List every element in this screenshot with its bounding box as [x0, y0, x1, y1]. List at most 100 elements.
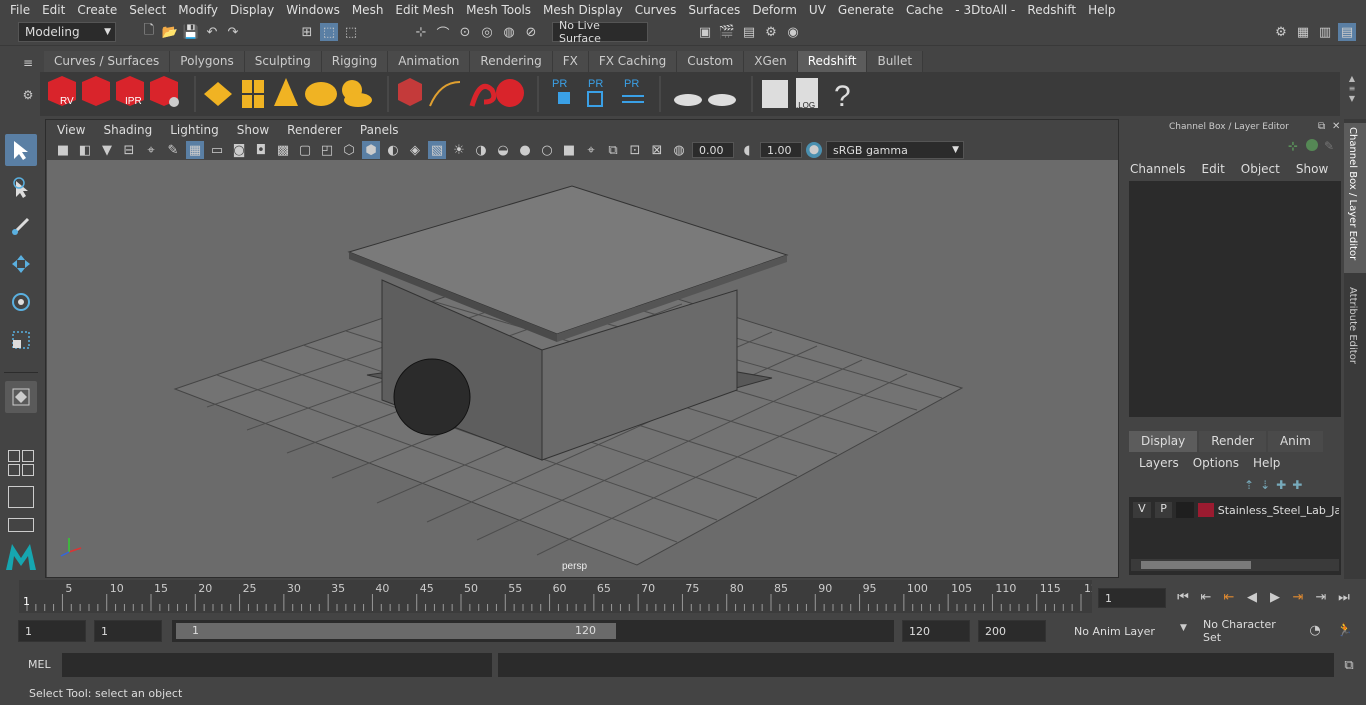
- step-back-key-icon[interactable]: ⇤: [1220, 588, 1238, 606]
- step-forward-key-icon[interactable]: ⇥: [1289, 588, 1307, 606]
- select-object-icon[interactable]: ⬚: [320, 23, 338, 41]
- range-slider[interactable]: 1 120: [172, 620, 894, 642]
- character-set-dropdown[interactable]: No Character Set: [1197, 618, 1299, 644]
- save-scene-icon[interactable]: 💾: [182, 23, 200, 41]
- layer-menu-options[interactable]: Options: [1193, 456, 1239, 470]
- sync-icon[interactable]: [1306, 139, 1318, 151]
- exposure-icon[interactable]: ◍: [670, 141, 688, 159]
- menu-display[interactable]: Display: [224, 3, 280, 17]
- go-to-end-icon[interactable]: ⏭: [1335, 588, 1353, 606]
- redshift-light-icon[interactable]: [274, 78, 298, 106]
- play-backwards-icon[interactable]: ◀: [1243, 588, 1261, 606]
- safe-title-icon[interactable]: ◰: [318, 141, 336, 159]
- smooth-shade-icon[interactable]: ⬢: [362, 141, 380, 159]
- menu-generate[interactable]: Generate: [832, 3, 900, 17]
- shelf-tab-animation[interactable]: Animation: [388, 51, 471, 72]
- color-space-dropdown[interactable]: sRGB gamma ▼: [826, 141, 964, 159]
- redshift-batch-render-icon[interactable]: [82, 76, 110, 106]
- step-back-frame-icon[interactable]: ⇤: [1197, 588, 1215, 606]
- workspace-dropdown[interactable]: Modeling ▼: [18, 22, 116, 42]
- panel-float-icon[interactable]: ⧉: [1318, 121, 1325, 132]
- lasso-tool-button[interactable]: [5, 172, 37, 204]
- menu-mesh[interactable]: Mesh: [346, 3, 390, 17]
- redshift-curve-icon[interactable]: [469, 84, 497, 107]
- move-tool-button[interactable]: [5, 248, 37, 280]
- snap-grid-icon[interactable]: ⊹: [412, 23, 430, 41]
- layer-display-type[interactable]: [1176, 502, 1195, 518]
- live-surface-field[interactable]: No Live Surface: [552, 19, 648, 45]
- playback-start-field[interactable]: 1: [94, 620, 162, 642]
- menu-modify[interactable]: Modify: [172, 3, 224, 17]
- resolution-gate-icon[interactable]: ◙: [230, 141, 248, 159]
- two-d-pan-icon[interactable]: ⌖: [142, 141, 160, 159]
- channel-list[interactable]: [1129, 181, 1341, 417]
- animation-start-field[interactable]: 1: [18, 620, 86, 642]
- redshift-ipr-icon[interactable]: IPR: [116, 76, 144, 107]
- field-chart-icon[interactable]: ▩: [274, 141, 292, 159]
- viewport-menu-lighting[interactable]: Lighting: [161, 123, 228, 137]
- bookmark-icon[interactable]: ▼: [98, 141, 116, 159]
- snap-magnet-icon[interactable]: ⊘: [522, 23, 540, 41]
- side-tab-channel-box[interactable]: Channel Box / Layer Editor: [1344, 123, 1366, 273]
- rotate-tool-button[interactable]: [5, 286, 37, 318]
- menu-edit-mesh[interactable]: Edit Mesh: [389, 3, 460, 17]
- new-scene-icon[interactable]: 🗋: [140, 23, 158, 41]
- menu-uv[interactable]: UV: [803, 3, 832, 17]
- four-pane-icon[interactable]: [22, 450, 34, 462]
- motion-blur-icon[interactable]: ◒: [494, 141, 512, 159]
- redshift-grid-icon[interactable]: [242, 80, 264, 108]
- menu-curves[interactable]: Curves: [629, 3, 683, 17]
- ipr-render-icon[interactable]: ▤: [740, 23, 758, 41]
- manipulator-icon[interactable]: ⊹: [1288, 139, 1300, 153]
- snap-point-icon[interactable]: ⊙: [456, 23, 474, 41]
- viewport-menu-renderer[interactable]: Renderer: [278, 123, 351, 137]
- attribute-editor-icon[interactable]: ▦: [1294, 23, 1312, 41]
- snap-surface-icon[interactable]: ◍: [500, 23, 518, 41]
- layer-tab-render[interactable]: Render: [1199, 431, 1266, 452]
- last-tool-button[interactable]: [5, 381, 37, 413]
- current-frame-field[interactable]: 1: [1098, 588, 1166, 608]
- script-editor-icon[interactable]: [762, 80, 788, 108]
- shelf-tab-xgen[interactable]: XGen: [744, 51, 798, 72]
- lighting-icon[interactable]: ◐: [384, 141, 402, 159]
- depth-of-field-icon[interactable]: ○: [538, 141, 556, 159]
- shelf-tab-rigging[interactable]: Rigging: [321, 51, 389, 72]
- timeline-ruler[interactable]: 5 10 15 20 25 30 35 40 45 50 55 60 65 70 75 80 85 90 95 100…: [19, 580, 1098, 613]
- playback-end-field[interactable]: 120: [902, 620, 970, 642]
- isolate-select-icon[interactable]: ■: [560, 141, 578, 159]
- layer-tab-anim[interactable]: Anim: [1267, 431, 1323, 452]
- animation-end-field[interactable]: 200: [978, 620, 1046, 642]
- layer-scrollbar[interactable]: [1131, 559, 1339, 571]
- grid-toggle-icon[interactable]: ▦: [186, 141, 204, 159]
- menu-redshift[interactable]: Redshift: [1021, 3, 1082, 17]
- xray-joints-icon[interactable]: ⌖: [582, 141, 600, 159]
- xray-icon[interactable]: ▧: [428, 141, 446, 159]
- channel-menu-object[interactable]: Object: [1241, 162, 1280, 176]
- exposure-field[interactable]: 0.00: [692, 142, 734, 158]
- open-scene-icon[interactable]: 📂: [161, 23, 179, 41]
- shelf-tab-curves-surfaces[interactable]: Curves / Surfaces: [44, 51, 171, 72]
- shelf-tab-rendering[interactable]: Rendering: [470, 51, 553, 72]
- camera-attributes-icon[interactable]: ◧: [76, 141, 94, 159]
- anim-layer-dropdown[interactable]: No Anim Layer: [1068, 620, 1192, 642]
- layer-menu-layers[interactable]: Layers: [1139, 456, 1179, 470]
- redo-icon[interactable]: ↷: [224, 23, 242, 41]
- side-tab-attribute-editor[interactable]: Attribute Editor: [1344, 283, 1366, 373]
- layer-color-swatch[interactable]: [1198, 503, 1214, 517]
- menu-mesh-tools[interactable]: Mesh Tools: [460, 3, 537, 17]
- channel-menu-show[interactable]: Show: [1296, 162, 1328, 176]
- bake-tex-icon[interactable]: [708, 94, 736, 106]
- snap-view-icon[interactable]: ◎: [478, 23, 496, 41]
- menu-deform[interactable]: Deform: [746, 3, 803, 17]
- textured-icon[interactable]: ◈: [406, 141, 424, 159]
- tool-settings-icon[interactable]: ▥: [1316, 23, 1334, 41]
- step-forward-frame-icon[interactable]: ⇥: [1312, 588, 1330, 606]
- hypershade-icon[interactable]: ◉: [784, 23, 802, 41]
- log-icon[interactable]: .LOG: [796, 78, 818, 110]
- snap-curve-icon[interactable]: ⌒: [434, 23, 452, 42]
- film-gate-icon[interactable]: ▭: [208, 141, 226, 159]
- pr-export-icon[interactable]: PR: [587, 78, 603, 107]
- render-view-icon[interactable]: ▣: [696, 23, 714, 41]
- layer-tab-display[interactable]: Display: [1129, 431, 1198, 452]
- shelf-settings-icon[interactable]: ⚙: [23, 88, 34, 102]
